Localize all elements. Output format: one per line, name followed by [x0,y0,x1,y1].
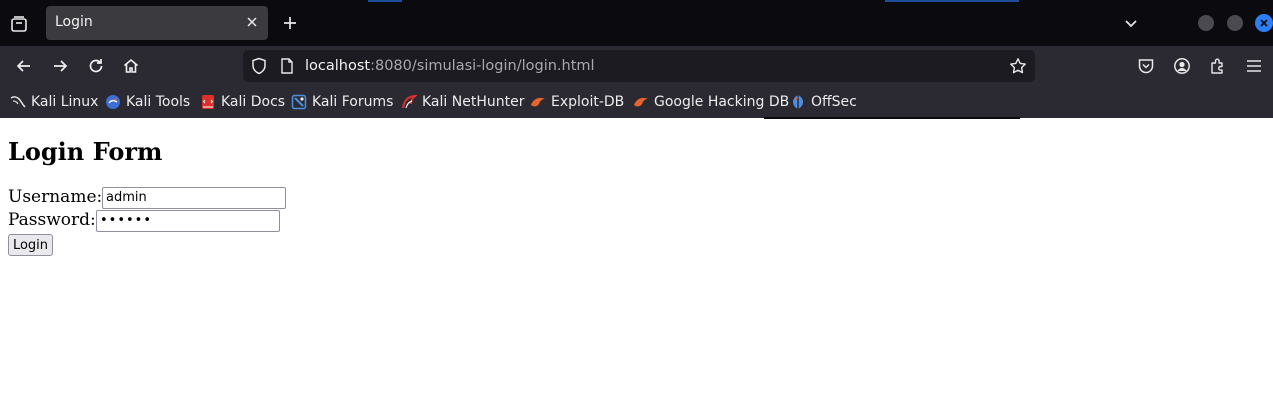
bookmark-offsec[interactable]: OffSec [790,92,857,112]
bookmark-google-hacking-db[interactable]: Google Hacking DB [633,92,789,112]
bookmark-label: Kali Tools [126,94,191,110]
url-text[interactable]: localhost:8080/simulasi-login/login.html [305,58,595,74]
pocket-icon[interactable] [1136,56,1156,76]
offsec-icon [790,94,806,110]
bookmark-kali-forums[interactable]: Kali Forums [291,92,393,112]
nethunter-icon [401,94,417,110]
kali-docs-icon [200,94,216,110]
tracking-protection-shield-icon[interactable] [250,57,268,75]
reload-icon[interactable] [84,54,108,78]
url-host: localhost [305,58,371,74]
bookmark-kali-nethunter[interactable]: Kali NetHunter [401,92,524,112]
bookmark-label: Kali Docs [221,94,286,110]
new-tab-icon[interactable] [280,13,300,33]
bookmark-label: Google Hacking DB [654,94,790,110]
home-icon[interactable] [119,54,143,78]
bookmark-kali-linux[interactable]: Kali Linux [10,92,98,112]
tab-strip-highlight [368,0,402,2]
bookmark-label: Exploit-DB [551,94,625,110]
firefox-view-icon[interactable] [8,13,30,35]
page-content [0,119,1273,406]
bookmark-label: OffSec [811,94,857,110]
hamburger-menu-icon[interactable] [1244,56,1264,76]
back-arrow-icon[interactable] [12,54,36,78]
bookmark-label: Kali NetHunter [422,94,525,110]
bookmark-kali-docs[interactable]: Kali Docs [200,92,285,112]
bookmark-kali-tools[interactable]: Kali Tools [105,92,190,112]
tab-title: Login [55,14,93,30]
ghdb-icon [633,94,649,110]
account-icon[interactable] [1172,56,1192,76]
password-label: Password: [8,210,96,230]
kali-dragon-icon [10,94,26,110]
url-path: :8080/simulasi-login/login.html [370,58,595,74]
username-field[interactable]: admin [102,187,286,209]
kali-forums-icon [291,94,307,110]
minimize-window-button[interactable] [1198,15,1214,31]
login-button[interactable]: Login [8,234,53,256]
bookmark-label: Kali Forums [312,94,394,110]
tab-strip-highlight [885,0,1019,2]
close-tab-icon[interactable] [244,14,260,30]
page-title: Login Form [8,137,163,166]
chevron-down-icon[interactable] [1121,13,1141,33]
password-field[interactable]: •••••• [96,210,280,232]
bookmark-exploit-db[interactable]: Exploit-DB [530,92,624,112]
bookmark-label: Kali Linux [31,94,99,110]
exploit-db-icon [530,94,546,110]
maximize-window-button[interactable] [1227,15,1243,31]
extensions-puzzle-icon[interactable] [1208,56,1228,76]
forward-arrow-icon[interactable] [48,54,72,78]
page-info-icon[interactable] [279,57,295,75]
username-label: Username: [8,187,103,207]
bookmark-star-icon[interactable] [1008,56,1028,76]
kali-tools-icon [105,94,121,110]
close-window-button[interactable] [1255,14,1273,32]
